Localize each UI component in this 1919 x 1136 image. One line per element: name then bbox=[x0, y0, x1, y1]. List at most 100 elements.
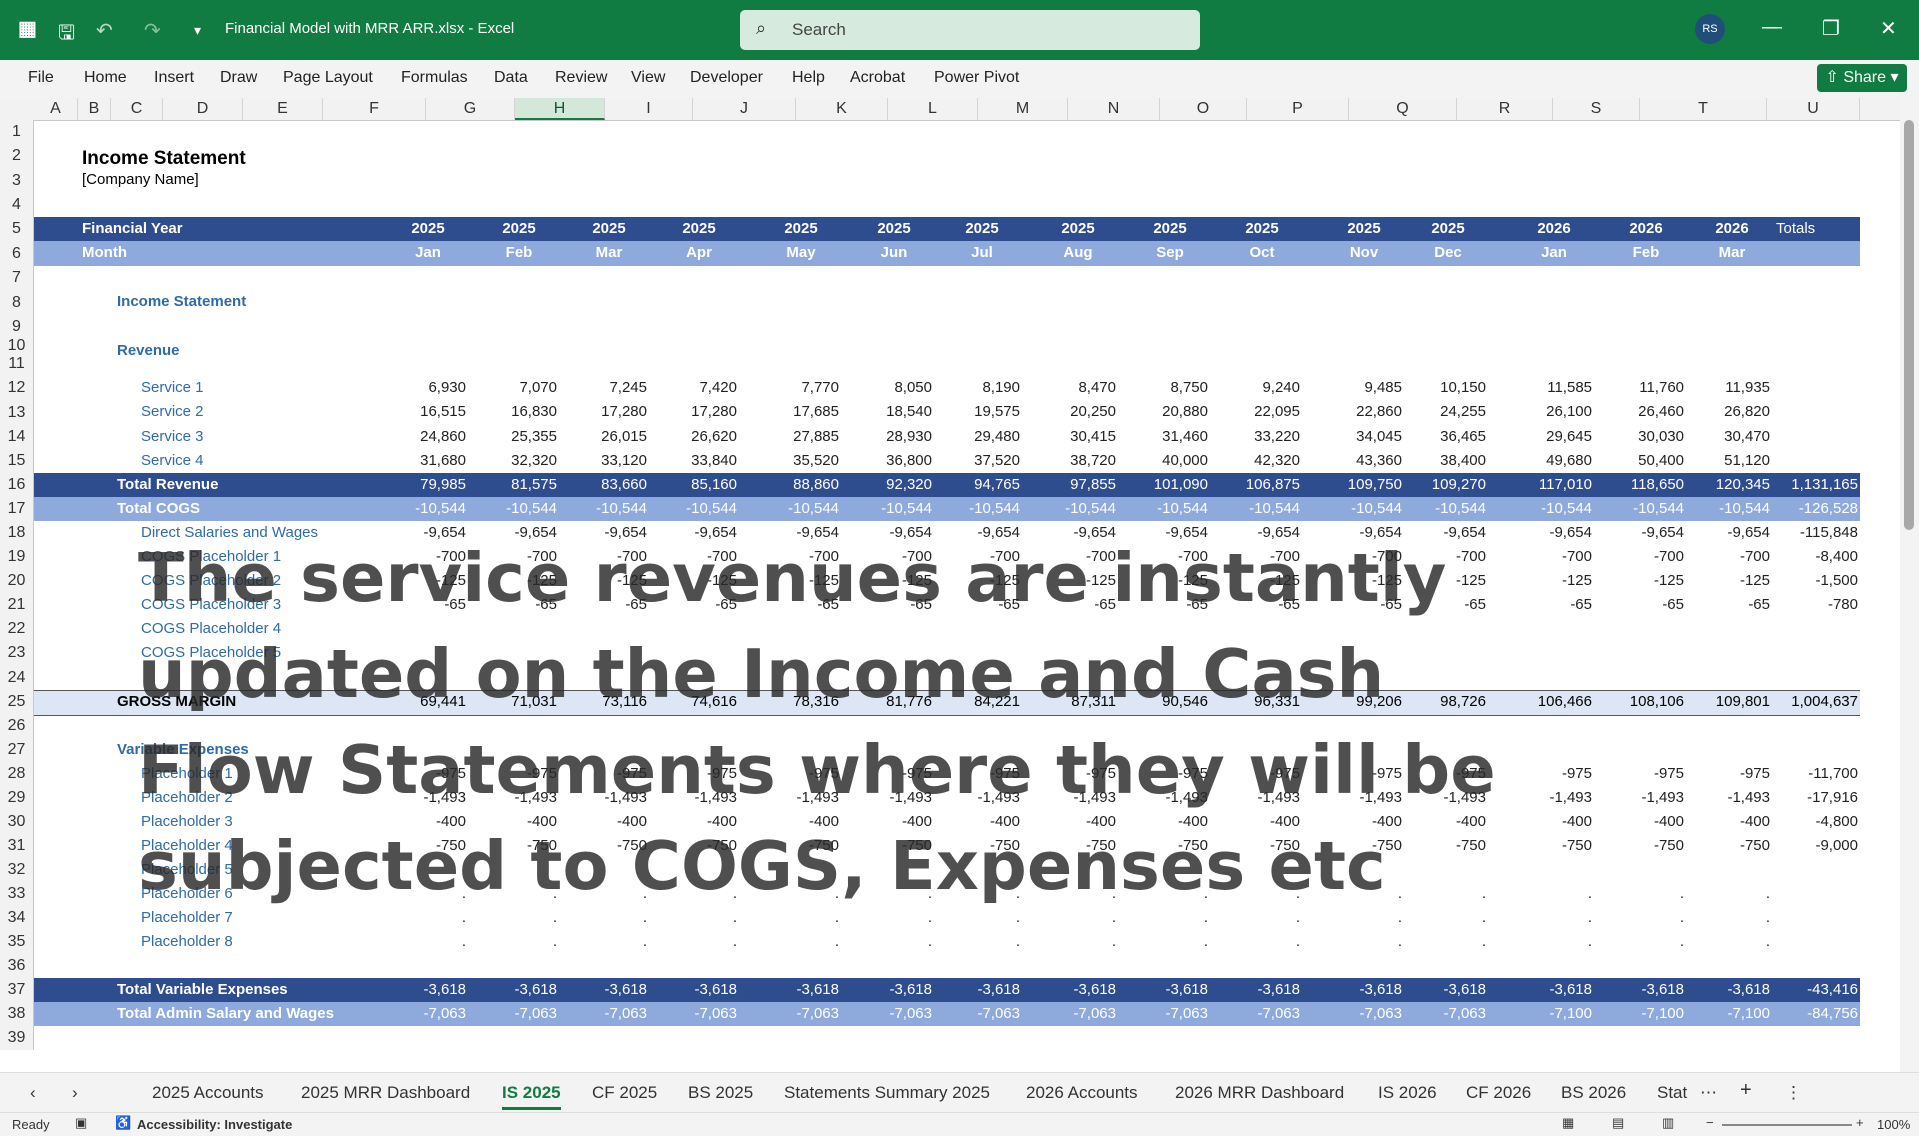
tab-options-icon[interactable]: ⋮ bbox=[1785, 1083, 1802, 1103]
zoom-in-icon[interactable]: + bbox=[1856, 1115, 1864, 1130]
sheet-tab-2025-mrr-dashboard[interactable]: 2025 MRR Dashboard bbox=[301, 1083, 470, 1103]
sheet-tab-bs-2026[interactable]: BS 2026 bbox=[1561, 1083, 1626, 1103]
row-header-15[interactable]: 15 bbox=[0, 449, 34, 473]
undo-icon[interactable]: ↶ bbox=[96, 18, 113, 43]
row-header-29[interactable]: 29 bbox=[0, 786, 34, 810]
accessibility-status[interactable]: Accessibility: Investigate bbox=[137, 1117, 292, 1132]
page-break-view-icon[interactable]: ▥ bbox=[1662, 1115, 1674, 1131]
row-header-6[interactable]: 6 bbox=[0, 241, 34, 266]
row-header-36[interactable]: 36 bbox=[0, 954, 34, 978]
row-header-37[interactable]: 37 bbox=[0, 978, 34, 1002]
column-header-I[interactable]: I bbox=[605, 98, 693, 120]
ribbon-tab-page-layout[interactable]: Page Layout bbox=[283, 69, 373, 87]
column-header-P[interactable]: P bbox=[1247, 98, 1349, 120]
ribbon-tab-insert[interactable]: Insert bbox=[154, 69, 194, 87]
sheet-tab-2025-accounts[interactable]: 2025 Accounts bbox=[152, 1083, 264, 1103]
column-header-N[interactable]: N bbox=[1068, 98, 1160, 120]
row-header-2[interactable]: 2 bbox=[0, 144, 34, 168]
column-header-L[interactable]: L bbox=[888, 98, 978, 120]
ribbon-tab-draw[interactable]: Draw bbox=[220, 69, 257, 87]
row-header-9[interactable]: 9 bbox=[0, 315, 34, 339]
sheet-tab-is-2026[interactable]: IS 2026 bbox=[1378, 1083, 1437, 1103]
column-header-J[interactable]: J bbox=[693, 98, 796, 120]
row-header-16[interactable]: 16 bbox=[0, 473, 34, 497]
column-header-E[interactable]: E bbox=[243, 98, 323, 120]
search-box[interactable]: ⌕ Search bbox=[740, 10, 1200, 50]
row-header-23[interactable]: 23 bbox=[0, 641, 34, 665]
save-icon[interactable]: 🖫 bbox=[58, 18, 75, 52]
row-header-1[interactable]: 1 bbox=[0, 120, 34, 144]
column-header-M[interactable]: M bbox=[978, 98, 1068, 120]
row-header-35[interactable]: 35 bbox=[0, 930, 34, 954]
column-header-Q[interactable]: Q bbox=[1349, 98, 1457, 120]
ribbon-tab-power-pivot[interactable]: Power Pivot bbox=[934, 69, 1019, 87]
row-header-13[interactable]: 13 bbox=[0, 400, 34, 425]
zoom-level[interactable]: 100% bbox=[1877, 1117, 1910, 1132]
row-header-27[interactable]: 27 bbox=[0, 738, 34, 762]
ribbon-tab-acrobat[interactable]: Acrobat bbox=[850, 69, 905, 87]
row-header-38[interactable]: 38 bbox=[0, 1002, 34, 1026]
sheet-tab-2026-accounts[interactable]: 2026 Accounts bbox=[1026, 1083, 1138, 1103]
row-header-12[interactable]: 12 bbox=[0, 376, 34, 400]
row-header-28[interactable]: 28 bbox=[0, 762, 34, 786]
column-header-D[interactable]: D bbox=[163, 98, 243, 120]
row-header-4[interactable]: 4 bbox=[0, 193, 34, 217]
zoom-out-icon[interactable]: − bbox=[1706, 1115, 1714, 1130]
tab-scroll-right-icon[interactable]: › bbox=[72, 1083, 78, 1103]
column-header-F[interactable]: F bbox=[323, 98, 426, 120]
column-header-K[interactable]: K bbox=[796, 98, 888, 120]
ribbon-tab-data[interactable]: Data bbox=[494, 69, 528, 87]
row-header-34[interactable]: 34 bbox=[0, 906, 34, 930]
column-header-G[interactable]: G bbox=[426, 98, 515, 120]
row-header-18[interactable]: 18 bbox=[0, 521, 34, 545]
row-header-10[interactable]: 10 bbox=[0, 338, 34, 354]
add-sheet-icon[interactable]: + bbox=[1740, 1079, 1752, 1102]
ribbon-tab-home[interactable]: Home bbox=[84, 69, 127, 87]
row-header-26[interactable]: 26 bbox=[0, 714, 34, 738]
close-icon[interactable]: ✕ bbox=[1880, 16, 1897, 41]
row-header-31[interactable]: 31 bbox=[0, 834, 34, 858]
avatar[interactable]: RS bbox=[1695, 14, 1725, 44]
redo-icon[interactable]: ↷ bbox=[144, 18, 161, 43]
share-button[interactable]: ⇧ Share ▾ bbox=[1817, 64, 1907, 92]
ribbon-tab-file[interactable]: File bbox=[28, 69, 54, 87]
row-header-14[interactable]: 14 bbox=[0, 425, 34, 449]
column-header-S[interactable]: S bbox=[1553, 98, 1640, 120]
accessibility-icon[interactable]: ♿ bbox=[115, 1115, 131, 1131]
column-header-R[interactable]: R bbox=[1457, 98, 1553, 120]
column-header-O[interactable]: O bbox=[1160, 98, 1247, 120]
ribbon-tab-help[interactable]: Help bbox=[792, 69, 825, 87]
tab-scroll-left-icon[interactable]: ‹ bbox=[30, 1083, 36, 1103]
zoom-slider[interactable] bbox=[1722, 1124, 1852, 1126]
row-header-30[interactable]: 30 bbox=[0, 810, 34, 834]
vertical-scroll-thumb[interactable] bbox=[1904, 120, 1914, 530]
row-header-3[interactable]: 3 bbox=[0, 168, 34, 193]
row-header-5[interactable]: 5 bbox=[0, 217, 34, 241]
restore-icon[interactable]: ❐ bbox=[1822, 16, 1840, 41]
sheet-tab-stat[interactable]: Stat bbox=[1657, 1083, 1687, 1103]
ribbon-tab-formulas[interactable]: Formulas bbox=[401, 69, 468, 87]
row-header-39[interactable]: 39 bbox=[0, 1026, 34, 1050]
column-header-T[interactable]: T bbox=[1640, 98, 1767, 120]
ribbon-tab-view[interactable]: View bbox=[631, 69, 665, 87]
row-header-17[interactable]: 17 bbox=[0, 497, 34, 521]
sheet-tab-2026-mrr-dashboard[interactable]: 2026 MRR Dashboard bbox=[1175, 1083, 1344, 1103]
more-tabs-icon[interactable]: ⋯ bbox=[1700, 1083, 1717, 1103]
column-header-U[interactable]: U bbox=[1767, 98, 1860, 120]
normal-view-icon[interactable]: ▦ bbox=[1562, 1115, 1574, 1131]
sheet-tab-is-2025[interactable]: IS 2025 bbox=[502, 1083, 561, 1110]
column-header-B[interactable]: B bbox=[78, 98, 111, 120]
row-header-20[interactable]: 20 bbox=[0, 569, 34, 593]
column-header-A[interactable]: A bbox=[34, 98, 78, 120]
macro-record-icon[interactable]: ▣ bbox=[75, 1115, 87, 1131]
row-header-11[interactable]: 11 bbox=[0, 352, 34, 376]
minimize-icon[interactable]: — bbox=[1762, 16, 1782, 39]
sheet-tab-bs-2025[interactable]: BS 2025 bbox=[688, 1083, 753, 1103]
row-header-21[interactable]: 21 bbox=[0, 593, 34, 617]
row-header-8[interactable]: 8 bbox=[0, 290, 34, 315]
sheet-tab-cf-2026[interactable]: CF 2026 bbox=[1466, 1083, 1531, 1103]
page-layout-view-icon[interactable]: ▤ bbox=[1612, 1115, 1624, 1131]
row-header-25[interactable]: 25 bbox=[0, 690, 34, 714]
column-header-C[interactable]: C bbox=[111, 98, 163, 120]
quick-access-dropdown-icon[interactable]: ▾ bbox=[194, 22, 201, 39]
